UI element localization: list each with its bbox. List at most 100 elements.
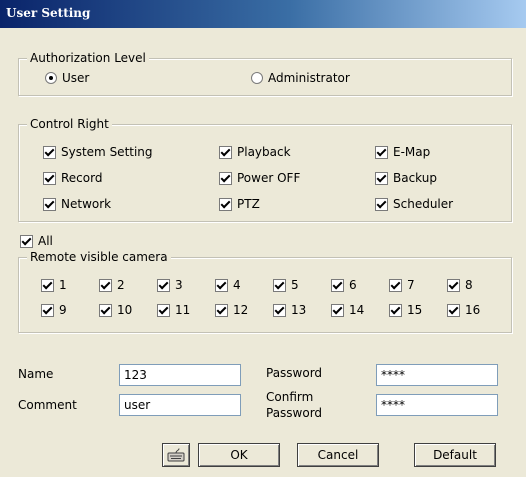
confirm-password-label-line1: Confirm <box>266 390 314 404</box>
checkbox-power-off[interactable]: Power OFF <box>219 171 300 185</box>
camera-number-label: 15 <box>407 303 423 317</box>
camera-number-label: 7 <box>407 278 415 292</box>
checkbox-indicator[interactable] <box>20 234 33 248</box>
remote-visible-camera-group: Remote visible camera 1 2 3 4 5 6 7 8 9 10 11 12 13 1… <box>18 250 512 333</box>
checkbox-indicator[interactable] <box>219 197 232 211</box>
camera-checkbox-13[interactable]: 13 <box>273 303 306 317</box>
checkbox-label: PTZ <box>237 197 260 211</box>
camera-checkbox-6[interactable]: 6 <box>331 278 357 292</box>
camera-number-label: 5 <box>291 278 299 292</box>
camera-checkbox-15[interactable]: 15 <box>389 303 422 317</box>
checkbox-indicator[interactable] <box>215 303 228 317</box>
checkbox-indicator[interactable] <box>331 278 344 292</box>
camera-checkbox-5[interactable]: 5 <box>273 278 299 292</box>
ok-button[interactable]: OK <box>198 443 280 467</box>
comment-label: Comment <box>18 398 77 412</box>
camera-checkbox-11[interactable]: 11 <box>157 303 190 317</box>
control-right-legend: Control Right <box>27 117 112 131</box>
checkbox-indicator[interactable] <box>389 303 402 317</box>
checkbox-label: E-Map <box>393 145 431 159</box>
camera-checkbox-9[interactable]: 9 <box>41 303 67 317</box>
checkbox-playback[interactable]: Playback <box>219 145 291 159</box>
camera-number-label: 6 <box>349 278 357 292</box>
checkbox-indicator[interactable] <box>41 303 54 317</box>
camera-checkbox-7[interactable]: 7 <box>389 278 415 292</box>
checkbox-indicator[interactable] <box>219 145 232 159</box>
checkbox-ptz[interactable]: PTZ <box>219 197 260 211</box>
password-label: Password <box>266 366 323 380</box>
camera-number-label: 10 <box>117 303 133 317</box>
checkbox-indicator[interactable] <box>43 145 56 159</box>
comment-field[interactable]: user <box>119 394 241 416</box>
checkbox-label: Scheduler <box>393 197 454 211</box>
checkbox-backup[interactable]: Backup <box>375 171 437 185</box>
radio-administrator-label: Administrator <box>268 71 350 85</box>
camera-checkbox-4[interactable]: 4 <box>215 278 241 292</box>
checkbox-indicator[interactable] <box>41 278 54 292</box>
keyboard-button[interactable] <box>162 443 190 467</box>
checkbox-scheduler[interactable]: Scheduler <box>375 197 453 211</box>
camera-checkbox-10[interactable]: 10 <box>99 303 132 317</box>
camera-number-label: 9 <box>59 303 67 317</box>
confirm-password-label-line2: Password <box>266 406 323 420</box>
camera-number-label: 8 <box>465 278 473 292</box>
authorization-level-group: Authorization Level User Administrator <box>18 51 512 96</box>
remote-visible-camera-legend: Remote visible camera <box>27 250 171 264</box>
name-label: Name <box>18 367 54 381</box>
checkbox-label: Power OFF <box>237 171 301 185</box>
camera-checkbox-1[interactable]: 1 <box>41 278 67 292</box>
radio-indicator[interactable] <box>45 72 57 84</box>
checkbox-all-label: All <box>38 234 53 248</box>
camera-number-label: 13 <box>291 303 307 317</box>
camera-number-label: 16 <box>465 303 481 317</box>
checkbox-label: Backup <box>393 171 437 185</box>
checkbox-indicator[interactable] <box>273 303 286 317</box>
checkbox-indicator[interactable] <box>331 303 344 317</box>
camera-number-label: 4 <box>233 278 241 292</box>
checkbox-indicator[interactable] <box>273 278 286 292</box>
camera-checkbox-16[interactable]: 16 <box>447 303 480 317</box>
radio-user-label: User <box>62 71 90 85</box>
camera-number-label: 3 <box>175 278 183 292</box>
checkbox-record[interactable]: Record <box>43 171 102 185</box>
control-right-group: Control Right System Setting Playback E-… <box>18 117 512 222</box>
title-bar[interactable]: User Setting <box>0 0 526 28</box>
password-field[interactable]: **** <box>376 364 498 386</box>
checkbox-indicator[interactable] <box>375 171 388 185</box>
checkbox-indicator[interactable] <box>157 278 170 292</box>
camera-checkbox-3[interactable]: 3 <box>157 278 183 292</box>
radio-administrator[interactable]: Administrator <box>251 71 350 85</box>
checkbox-all[interactable]: All <box>20 234 53 248</box>
checkbox-indicator[interactable] <box>375 197 388 211</box>
cancel-button[interactable]: Cancel <box>297 443 379 467</box>
checkbox-indicator[interactable] <box>157 303 170 317</box>
checkbox-label: Playback <box>237 145 291 159</box>
checkbox-indicator[interactable] <box>447 278 460 292</box>
radio-indicator[interactable] <box>251 72 263 84</box>
checkbox-e-map[interactable]: E-Map <box>375 145 430 159</box>
checkbox-indicator[interactable] <box>375 145 388 159</box>
name-field[interactable]: 123 <box>119 364 241 386</box>
default-button[interactable]: Default <box>414 443 496 467</box>
checkbox-indicator[interactable] <box>219 171 232 185</box>
confirm-password-field[interactable]: **** <box>376 394 498 416</box>
checkbox-indicator[interactable] <box>389 278 402 292</box>
camera-number-label: 14 <box>349 303 365 317</box>
camera-checkbox-12[interactable]: 12 <box>215 303 248 317</box>
keyboard-icon <box>167 448 185 462</box>
radio-user[interactable]: User <box>45 71 89 85</box>
camera-number-label: 1 <box>59 278 67 292</box>
camera-checkbox-2[interactable]: 2 <box>99 278 125 292</box>
camera-checkbox-14[interactable]: 14 <box>331 303 364 317</box>
checkbox-indicator[interactable] <box>43 197 56 211</box>
camera-checkbox-8[interactable]: 8 <box>447 278 473 292</box>
checkbox-indicator[interactable] <box>43 171 56 185</box>
checkbox-indicator[interactable] <box>215 278 228 292</box>
checkbox-network[interactable]: Network <box>43 197 111 211</box>
window-title: User Setting <box>6 6 91 20</box>
camera-number-label: 11 <box>175 303 191 317</box>
checkbox-indicator[interactable] <box>447 303 460 317</box>
checkbox-indicator[interactable] <box>99 278 112 292</box>
checkbox-indicator[interactable] <box>99 303 112 317</box>
checkbox-system-setting[interactable]: System Setting <box>43 145 153 159</box>
